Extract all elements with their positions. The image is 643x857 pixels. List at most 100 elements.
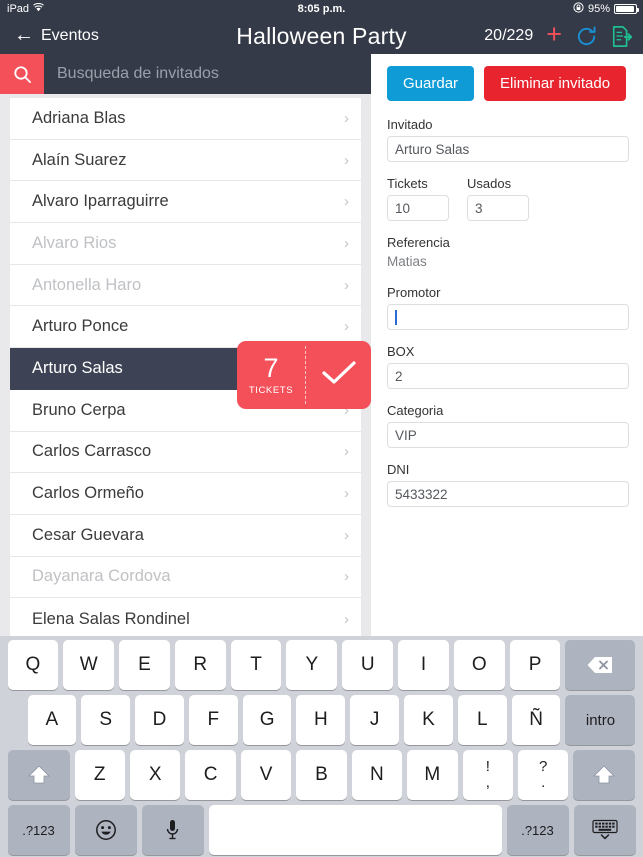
key-v[interactable]: V [240, 750, 292, 800]
invitado-input[interactable] [387, 136, 629, 162]
status-bar: iPad 8:05 p.m. 95% [0, 0, 643, 18]
ipad-screen: iPad 8:05 p.m. 95% ← Eventos Halloween P… [0, 0, 643, 857]
key-a[interactable]: A [27, 695, 77, 745]
refresh-icon[interactable] [575, 25, 598, 48]
tickets-input[interactable] [387, 195, 449, 221]
ticket-badge-count-area: 7 TICKETS [237, 341, 305, 409]
guest-name: Cesar Guevara [32, 525, 144, 544]
key-h[interactable]: H [296, 695, 346, 745]
invitado-label: Invitado [387, 117, 433, 132]
numbers-key-right[interactable]: .?123 [506, 805, 569, 855]
guest-list-item[interactable]: Carlos Ormeño › [10, 473, 361, 515]
key-m[interactable]: M [407, 750, 458, 800]
key-b[interactable]: B [296, 750, 347, 800]
guest-list-item[interactable]: Elena Salas Rondinel › [10, 598, 361, 636]
ticket-badge-count: 7 [263, 352, 279, 383]
guest-name: Carlos Carrasco [32, 442, 152, 461]
search-bar [0, 54, 371, 94]
key-j[interactable]: J [350, 695, 400, 745]
key-n[interactable]: N [351, 750, 403, 800]
key-p[interactable]: P [509, 640, 561, 690]
guest-name: Alaín Suarez [32, 150, 127, 169]
plus-icon[interactable]: + [546, 21, 562, 48]
chevron-right-icon: › [344, 193, 349, 211]
tickets-field: Tickets [387, 176, 449, 235]
key-r[interactable]: R [174, 640, 226, 690]
guest-list-item[interactable]: Cesar Guevara › [10, 515, 361, 557]
guest-detail-panel: Guardar Eliminar invitado Invitado Ticke… [371, 54, 643, 636]
navigation-actions: 20/229 + [484, 18, 633, 54]
key-q[interactable]: Q [7, 640, 59, 690]
guest-list-item[interactable]: Alvaro Iparraguirre › [10, 181, 361, 224]
save-button[interactable]: Guardar [387, 66, 475, 101]
categoria-input[interactable] [387, 422, 629, 448]
delete-guest-button[interactable]: Eliminar invitado [484, 66, 627, 101]
referencia-label: Referencia [387, 235, 450, 250]
checkmark-icon [321, 359, 357, 392]
ticket-badge-label: TICKETS [248, 384, 294, 396]
box-input[interactable] [387, 363, 629, 389]
export-document-icon[interactable] [611, 25, 633, 48]
key-k[interactable]: K [404, 695, 453, 745]
search-input[interactable] [44, 54, 371, 94]
key-e[interactable]: E [119, 640, 170, 690]
shift-key-left[interactable] [7, 750, 70, 800]
referencia-value: Matias [387, 254, 427, 269]
search-icon[interactable] [0, 54, 44, 94]
guest-name: Dayanara Cordova [32, 567, 171, 586]
chevron-right-icon: › [344, 151, 349, 169]
hide-keyboard-icon[interactable] [573, 805, 636, 855]
usados-input[interactable] [467, 195, 529, 221]
key-exclamation-comma[interactable]: !, [462, 750, 513, 800]
key-c[interactable]: C [185, 750, 236, 800]
guest-name: Alvaro Iparraguirre [32, 192, 169, 211]
microphone-icon[interactable] [141, 805, 204, 855]
key-s[interactable]: S [81, 695, 131, 745]
box-label: BOX [387, 344, 415, 359]
guest-list-item[interactable]: Antonella Haro › [10, 265, 361, 307]
key-y[interactable]: Y [286, 640, 338, 690]
battery-icon [614, 4, 639, 14]
numbers-key-left[interactable]: .?123 [7, 805, 70, 855]
key-x[interactable]: X [129, 750, 181, 800]
guest-list-item[interactable]: Carlos Carrasco › [10, 432, 361, 474]
tickets-label: Tickets [387, 176, 428, 191]
guest-name: Adriana Blas [32, 108, 126, 127]
guest-name: Arturo Ponce [32, 317, 129, 336]
status-bar-time: 8:05 p.m. [297, 3, 346, 15]
usados-label: Usados [467, 176, 512, 191]
guest-list-item[interactable]: Alaín Suarez › [10, 140, 361, 182]
dni-input[interactable] [387, 481, 629, 507]
chevron-right-icon: › [344, 276, 349, 294]
ticket-badge-confirm-button[interactable] [306, 359, 371, 392]
enter-key[interactable]: intro [565, 695, 636, 745]
emoji-icon[interactable] [74, 805, 137, 855]
key-ñ[interactable]: Ñ [511, 695, 561, 745]
key-t[interactable]: T [230, 640, 282, 690]
chevron-right-icon: › [344, 443, 349, 461]
key-question-period[interactable]: ?. [518, 750, 569, 800]
key-u[interactable]: U [342, 640, 394, 690]
guest-list-item[interactable]: Adriana Blas › [10, 98, 361, 140]
text-caret [395, 309, 397, 325]
space-key[interactable] [208, 805, 502, 855]
ticket-badge[interactable]: 7 TICKETS [237, 341, 371, 409]
key-z[interactable]: Z [74, 750, 125, 800]
keyboard-row-1: QWERTYUIOP [3, 640, 640, 690]
shift-key-right[interactable] [573, 750, 636, 800]
key-w[interactable]: W [63, 640, 115, 690]
key-o[interactable]: O [453, 640, 505, 690]
guest-name: Carlos Ormeño [32, 484, 144, 503]
backspace-key[interactable] [565, 640, 636, 690]
key-d[interactable]: D [135, 695, 184, 745]
key-i[interactable]: I [398, 640, 449, 690]
key-g[interactable]: G [242, 695, 292, 745]
navigation-bar: ← Eventos Halloween Party 20/229 + [0, 18, 643, 54]
promotor-input[interactable] [387, 304, 629, 330]
chevron-right-icon: › [344, 485, 349, 503]
key-l[interactable]: L [457, 695, 507, 745]
key-f[interactable]: F [188, 695, 238, 745]
guest-list-item[interactable]: Dayanara Cordova › [10, 557, 361, 599]
guest-list-item[interactable]: Alvaro Rios › [10, 223, 361, 265]
status-bar-right: 95% [573, 2, 639, 16]
